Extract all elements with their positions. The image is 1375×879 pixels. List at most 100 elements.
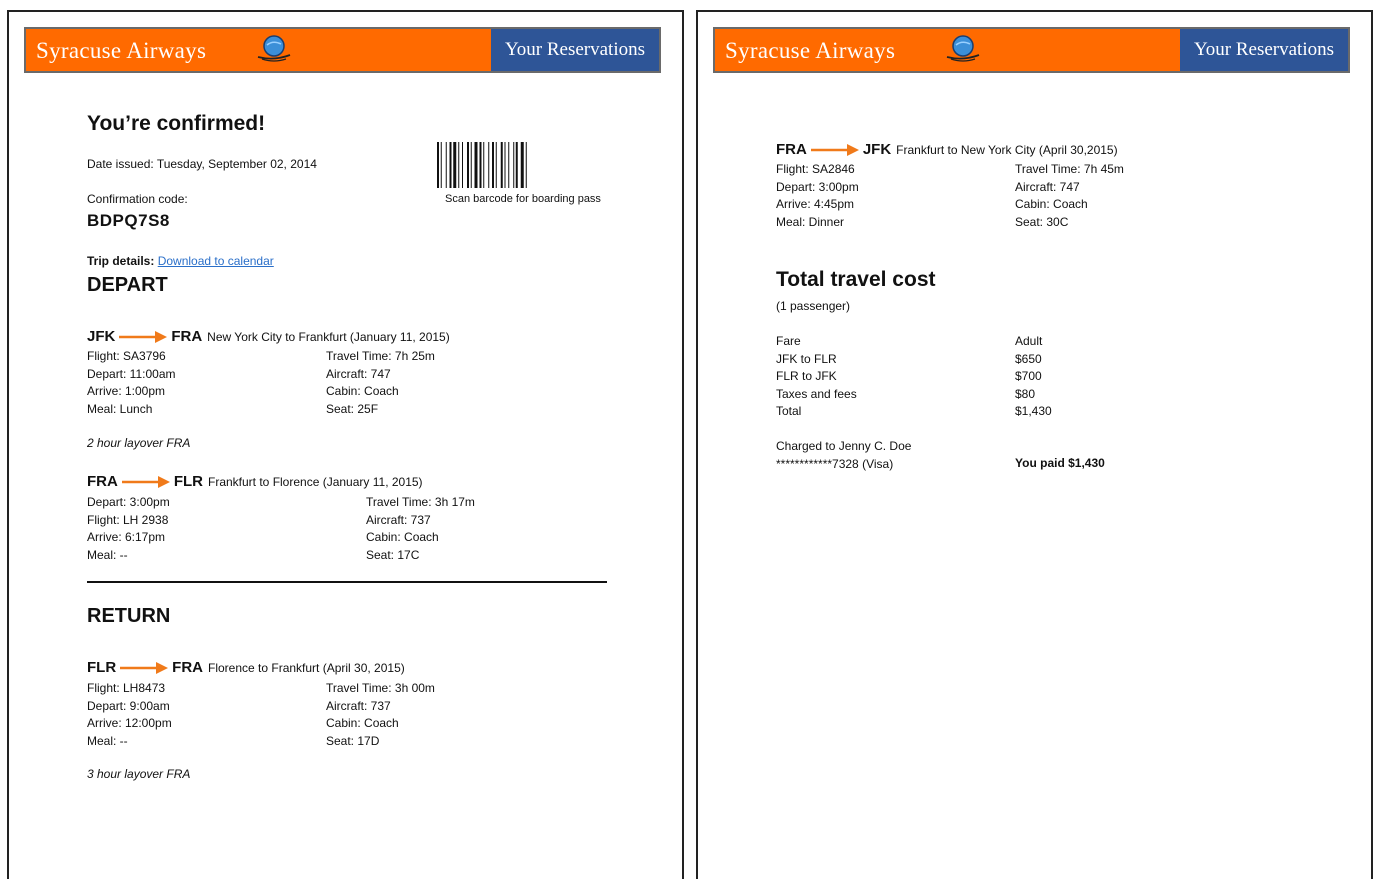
- page-one: Syracuse Airways Your Reservations You’r…: [7, 10, 684, 879]
- cost-values: Adult $650 $700 $80 $1,430: [1015, 333, 1052, 421]
- route-fra-flr: FRA FLR Frankfurt to Florence (January 1…: [87, 473, 423, 490]
- cabin: Cabin: Coach: [326, 384, 399, 398]
- seat: Seat: 17D: [326, 733, 380, 748]
- total-price: $1,430: [1015, 404, 1052, 418]
- flr-jfk-price: $700: [1015, 369, 1042, 383]
- arrow-right-icon: [122, 475, 170, 489]
- aircraft: Aircraft: 737: [366, 512, 431, 527]
- header-banner: Syracuse Airways Your Reservations: [713, 27, 1350, 73]
- leg-details-left: Depart: 3:00pm Flight: LH 2938 Arrive: 6…: [87, 494, 170, 564]
- trip-details: Trip details: Download to calendar: [87, 254, 274, 268]
- header-banner: Syracuse Airways Your Reservations: [24, 27, 661, 73]
- leg-details-left: Flight: LH8473 Depart: 9:00am Arrive: 12…: [87, 680, 172, 750]
- jfk-flr-price: $650: [1015, 351, 1042, 366]
- barcode-caption: Scan barcode for boarding pass: [445, 193, 601, 205]
- globe-plane-logo-icon: [946, 35, 980, 62]
- route-description: Florence to Frankfurt (April 30, 2015): [208, 660, 405, 675]
- airline-name: Syracuse Airways: [725, 38, 896, 63]
- depart-time: Depart: 3:00pm: [87, 495, 170, 509]
- meal: Meal: Lunch: [87, 401, 153, 416]
- depart-heading: DEPART: [87, 274, 168, 296]
- meal: Meal: Dinner: [776, 214, 845, 229]
- cost-labels: Fare JFK to FLR FLR to JFK Taxes and fee…: [776, 333, 857, 421]
- charged-to: Charged to Jenny C. Doe: [776, 439, 912, 453]
- seat: Seat: 30C: [1015, 214, 1069, 229]
- total-cost-heading: Total travel cost: [776, 268, 936, 291]
- taxes-label: Taxes and fees: [776, 386, 857, 401]
- flr-jfk-label: FLR to JFK: [776, 369, 837, 383]
- cabin: Cabin: Coach: [1015, 197, 1088, 211]
- aircraft: Aircraft: 737: [326, 698, 391, 713]
- route-description: New York City to Frankfurt (January 11, …: [207, 329, 450, 344]
- arrive-time: Arrive: 6:17pm: [87, 530, 166, 544]
- route-flr-fra: FLR FRA Florence to Frankfurt (April 30,…: [87, 659, 405, 676]
- arrow-right-icon: [119, 330, 167, 344]
- boarding-barcode-icon[interactable]: [437, 142, 607, 188]
- arrow-right-icon: [811, 143, 859, 157]
- your-reservations-label: Your Reservations: [491, 29, 659, 71]
- leg-details-left: Flight: SA3796 Depart: 11:00am Arrive: 1…: [87, 348, 176, 418]
- travel-time: Travel Time: 3h 17m: [366, 495, 475, 509]
- route-description: Frankfurt to Florence (January 11, 2015): [208, 474, 423, 489]
- travel-time: Travel Time: 3h 00m: [326, 681, 435, 695]
- route-jfk-fra: JFK FRA New York City to Frankfurt (Janu…: [87, 328, 450, 345]
- payment-info: Charged to Jenny C. Doe ************7328…: [776, 438, 911, 473]
- origin-code: FLR: [87, 659, 117, 676]
- leg-details-left: Flight: SA2846 Depart: 3:00pm Arrive: 4:…: [776, 161, 859, 231]
- flight-number: Flight: LH8473: [87, 681, 166, 695]
- leg-details-right: Travel Time: 7h 45m Aircraft: 747 Cabin:…: [1015, 161, 1124, 231]
- origin-code: FRA: [776, 141, 807, 158]
- aircraft: Aircraft: 747: [326, 366, 391, 381]
- total-label: Total: [776, 404, 802, 418]
- route-fra-jfk: FRA JFK Frankfurt to New York City (Apri…: [776, 141, 1118, 158]
- origin-code: FRA: [87, 473, 118, 490]
- travel-time: Travel Time: 7h 25m: [326, 349, 435, 363]
- destination-code: FRA: [171, 328, 203, 345]
- leg-details-right: Travel Time: 3h 17m Aircraft: 737 Cabin:…: [366, 494, 475, 564]
- page-two: Syracuse Airways Your Reservations FRA J…: [696, 10, 1373, 879]
- leg-details-right: Travel Time: 3h 00m Aircraft: 737 Cabin:…: [326, 680, 435, 750]
- meal: Meal: --: [87, 733, 128, 748]
- trip-details-label: Trip details:: [87, 254, 155, 268]
- arrive-time: Arrive: 12:00pm: [87, 716, 172, 730]
- destination-code: FRA: [172, 659, 203, 676]
- arrow-right-icon: [120, 661, 168, 675]
- destination-code: JFK: [862, 141, 892, 158]
- flight-number: Flight: SA2846: [776, 162, 855, 176]
- return-heading: RETURN: [87, 605, 171, 627]
- fare-label: Fare: [776, 334, 801, 348]
- globe-plane-logo-icon: [257, 35, 291, 62]
- cabin: Cabin: Coach: [326, 716, 399, 730]
- download-calendar-link[interactable]: Download to calendar: [158, 254, 274, 268]
- depart-time: Depart: 3:00pm: [776, 179, 859, 194]
- arrive-time: Arrive: 4:45pm: [776, 197, 855, 211]
- aircraft: Aircraft: 747: [1015, 179, 1080, 194]
- jfk-flr-label: JFK to FLR: [776, 351, 837, 366]
- flight-number: Flight: SA3796: [87, 349, 166, 363]
- arrive-time: Arrive: 1:00pm: [87, 384, 166, 398]
- section-divider: [87, 581, 607, 583]
- seat: Seat: 25F: [326, 401, 379, 416]
- origin-code: JFK: [87, 328, 116, 345]
- depart-time: Depart: 11:00am: [87, 366, 176, 381]
- seat: Seat: 17C: [366, 547, 420, 562]
- date-issued: Date issued: Tuesday, September 02, 2014: [87, 157, 317, 171]
- flight-number: Flight: LH 2938: [87, 512, 169, 527]
- meal: Meal: --: [87, 547, 128, 562]
- destination-code: FLR: [173, 473, 203, 490]
- your-reservations-label: Your Reservations: [1180, 29, 1348, 71]
- confirmation-code: BDPQ7S8: [87, 211, 170, 230]
- leg-details-right: Travel Time: 7h 25m Aircraft: 747 Cabin:…: [326, 348, 435, 418]
- layover-note: 2 hour layover FRA: [87, 436, 191, 450]
- confirmation-title: You’re confirmed!: [87, 112, 266, 135]
- confirmation-label: Confirmation code:: [87, 192, 188, 206]
- cabin: Cabin: Coach: [366, 530, 439, 544]
- passenger-count: (1 passenger): [776, 299, 851, 313]
- amount-paid: You paid $1,430: [1015, 456, 1105, 470]
- route-description: Frankfurt to New York City (April 30,201…: [896, 142, 1118, 157]
- layover-note: 3 hour layover FRA: [87, 767, 191, 781]
- taxes-price: $80: [1015, 386, 1036, 401]
- depart-time: Depart: 9:00am: [87, 698, 170, 713]
- travel-time: Travel Time: 7h 45m: [1015, 162, 1124, 176]
- airline-name: Syracuse Airways: [36, 38, 207, 63]
